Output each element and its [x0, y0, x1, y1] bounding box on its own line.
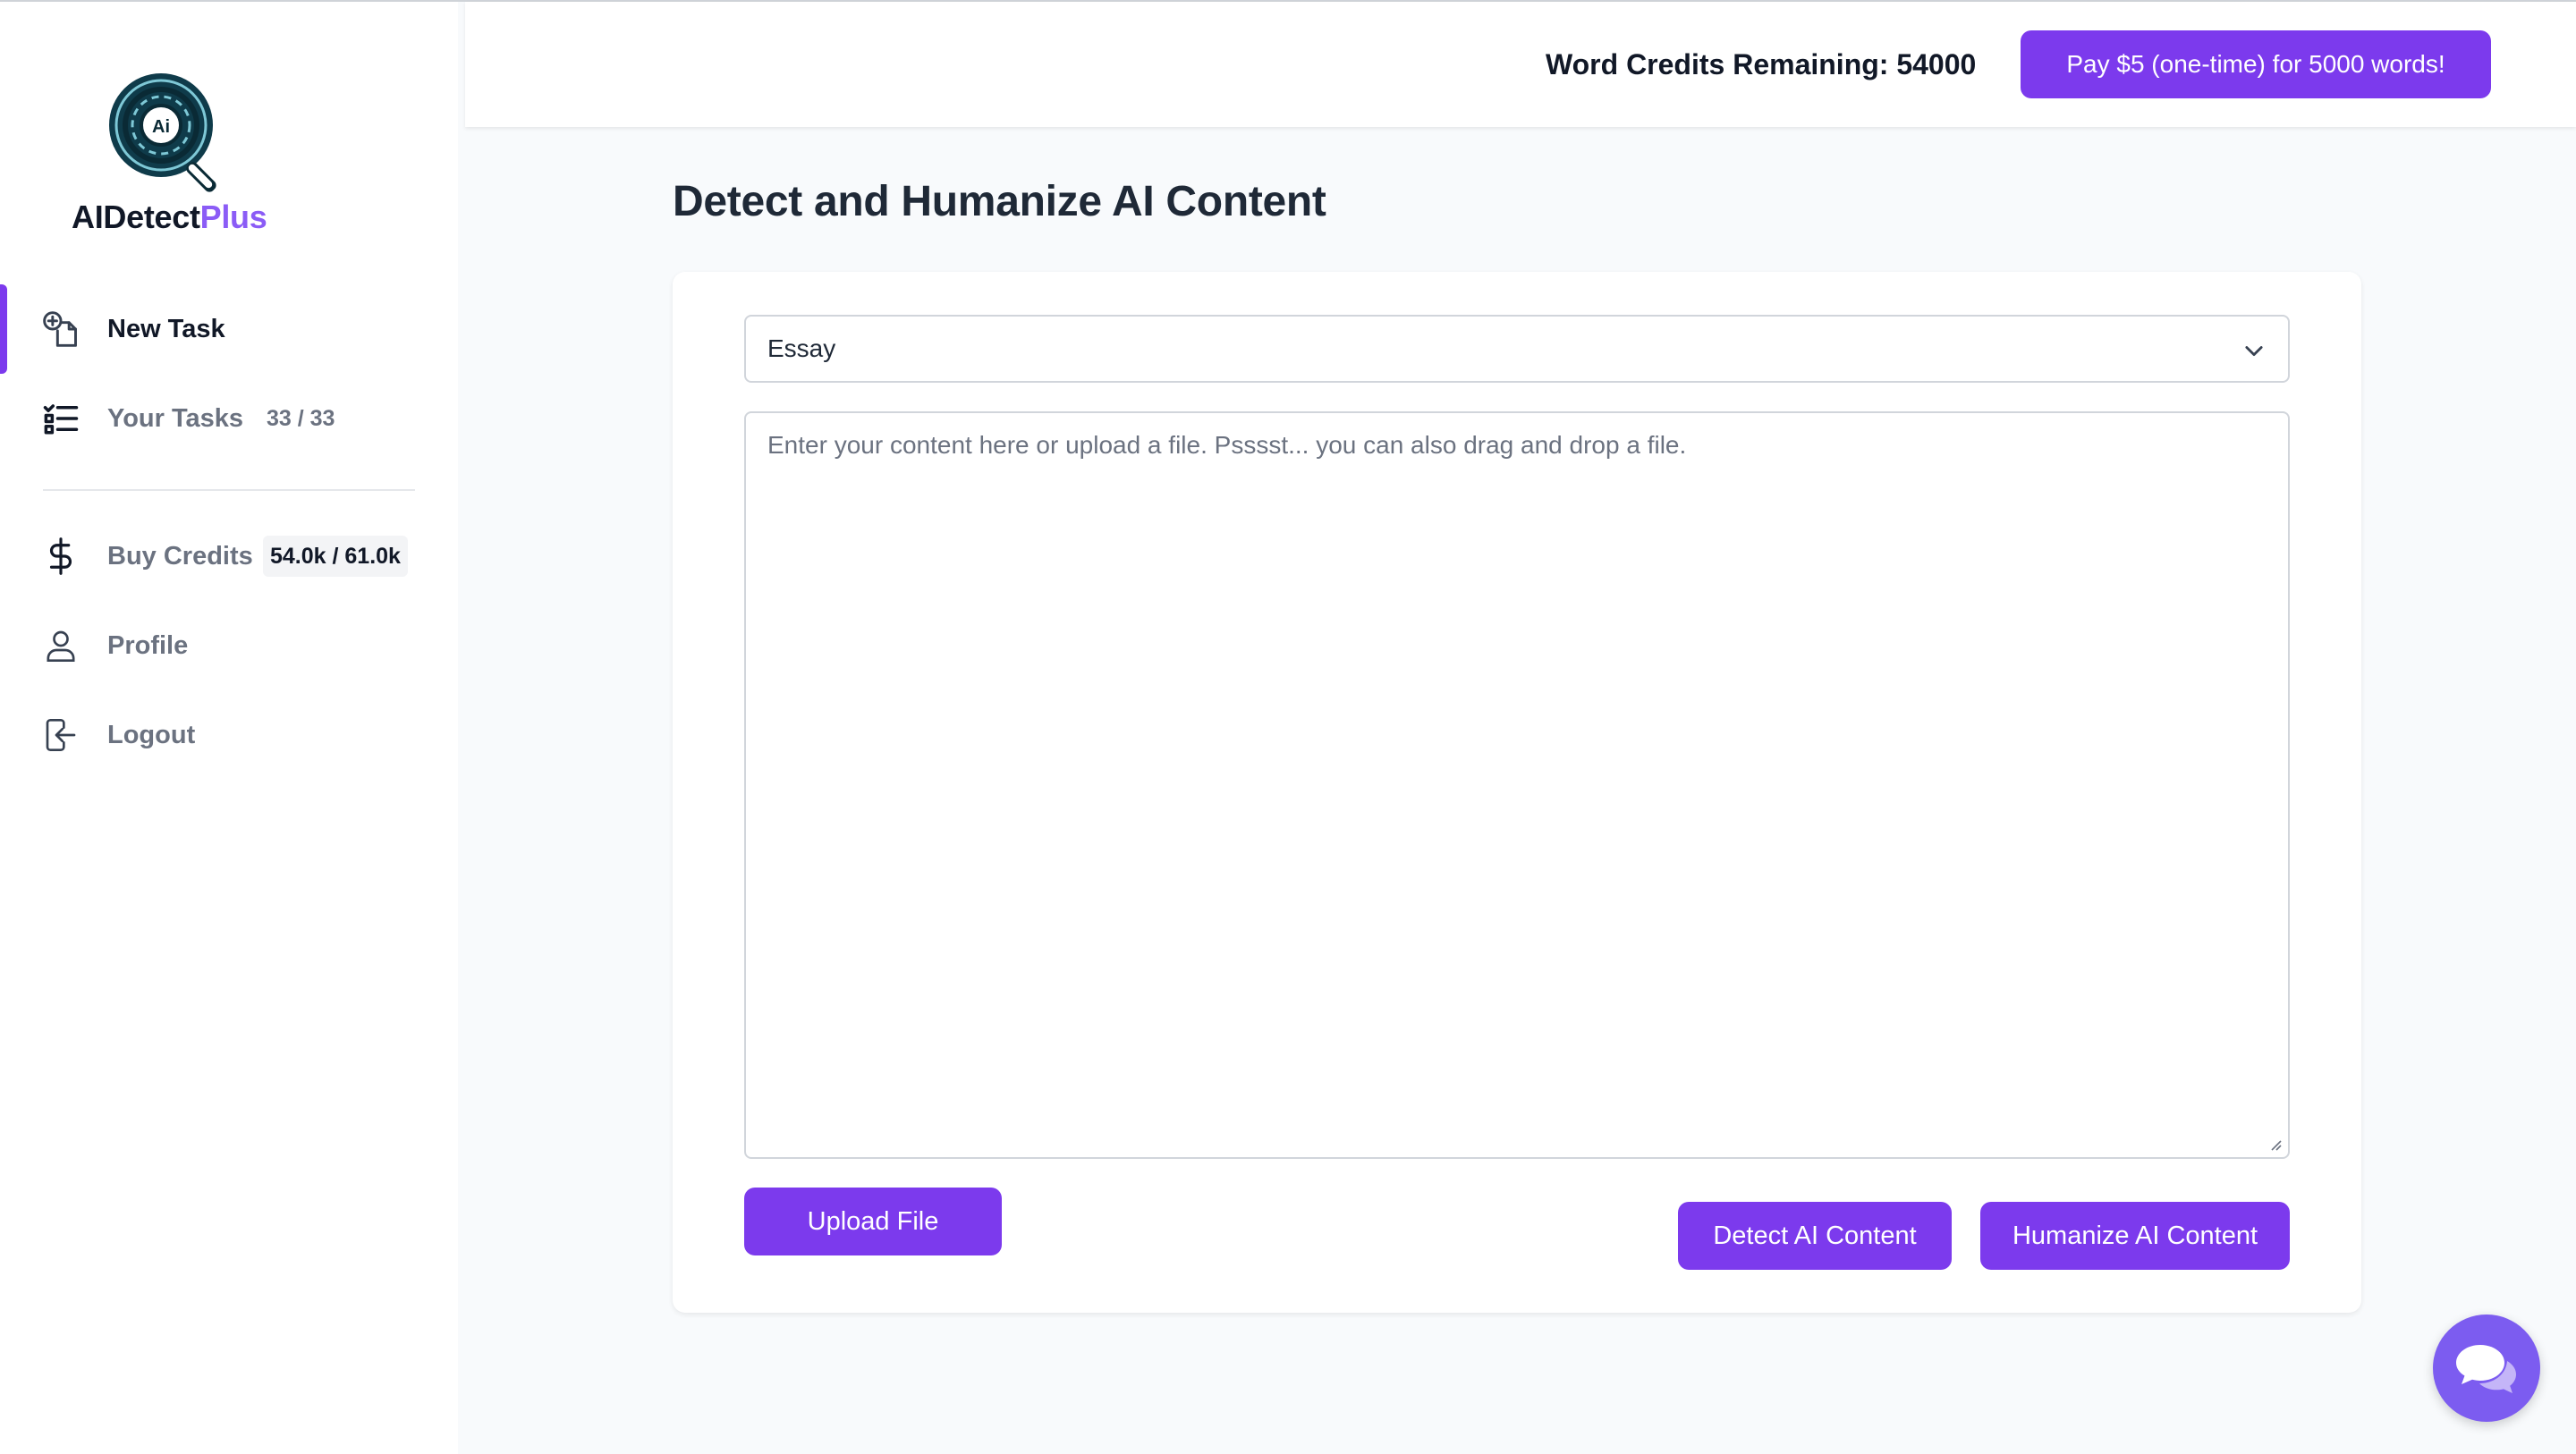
logout-icon: [39, 714, 82, 757]
sidebar-divider: [43, 489, 415, 491]
sidebar-item-label: Your Tasks: [107, 403, 244, 433]
sidebar: Ai AIDetectPlus New Task Your Tasks 33 /…: [0, 2, 458, 1454]
content-textarea-wrapper: [744, 411, 2290, 1159]
chevron-down-icon: [2245, 346, 2263, 357]
chat-button[interactable]: [2433, 1315, 2540, 1422]
app-window: Ai AIDetectPlus New Task Your Tasks 33 /…: [0, 0, 2576, 1454]
sidebar-item-label: Profile: [107, 630, 189, 660]
logo-letters: Ai: [152, 117, 170, 137]
content-type-select[interactable]: Essay: [744, 315, 2290, 383]
sidebar-item-new-task[interactable]: New Task: [0, 284, 458, 374]
chat-bubbles-icon: [2456, 1345, 2516, 1393]
sidebar-item-label: New Task: [107, 314, 225, 343]
sidebar-item-label: Logout: [107, 720, 196, 749]
brand-name: AIDetectPlus: [72, 199, 267, 235]
new-task-icon: [39, 308, 82, 351]
dollar-icon: [39, 535, 82, 578]
sidebar-item-logout[interactable]: Logout: [0, 690, 458, 780]
content-type-value: Essay: [767, 334, 836, 362]
detect-ai-content-button[interactable]: Detect AI Content: [1678, 1202, 1952, 1270]
resize-handle-icon[interactable]: [2267, 1136, 2283, 1152]
upload-file-button[interactable]: Upload File: [744, 1188, 1002, 1255]
content-textarea[interactable]: [746, 413, 2288, 1157]
top-header: Word Credits Remaining: 54000 Pay $5 (on…: [465, 2, 2576, 127]
sidebar-item-profile[interactable]: Profile: [0, 601, 458, 690]
brand-logo[interactable]: Ai AIDetectPlus: [72, 66, 304, 245]
sidebar-item-buy-credits[interactable]: Buy Credits 54.0k / 61.0k: [0, 511, 458, 601]
content-card: Essay Upload File Detect AI Content Huma…: [673, 272, 2361, 1313]
task-list-icon: [39, 397, 82, 440]
sidebar-item-label: Buy Credits: [107, 541, 253, 571]
credits-badge: 54.0k / 61.0k: [263, 536, 408, 577]
word-credits-remaining: Word Credits Remaining: 54000: [1546, 48, 1977, 80]
pay-credits-button[interactable]: Pay $5 (one-time) for 5000 words!: [2021, 30, 2491, 98]
sidebar-item-your-tasks[interactable]: Your Tasks 33 / 33: [0, 374, 458, 463]
tasks-count: 33 / 33: [267, 405, 335, 431]
logo-magnifier-icon: Ai: [109, 73, 216, 192]
user-icon: [39, 624, 82, 667]
page-title: Detect and Humanize AI Content: [673, 178, 1326, 225]
humanize-ai-content-button[interactable]: Humanize AI Content: [1980, 1202, 2290, 1270]
